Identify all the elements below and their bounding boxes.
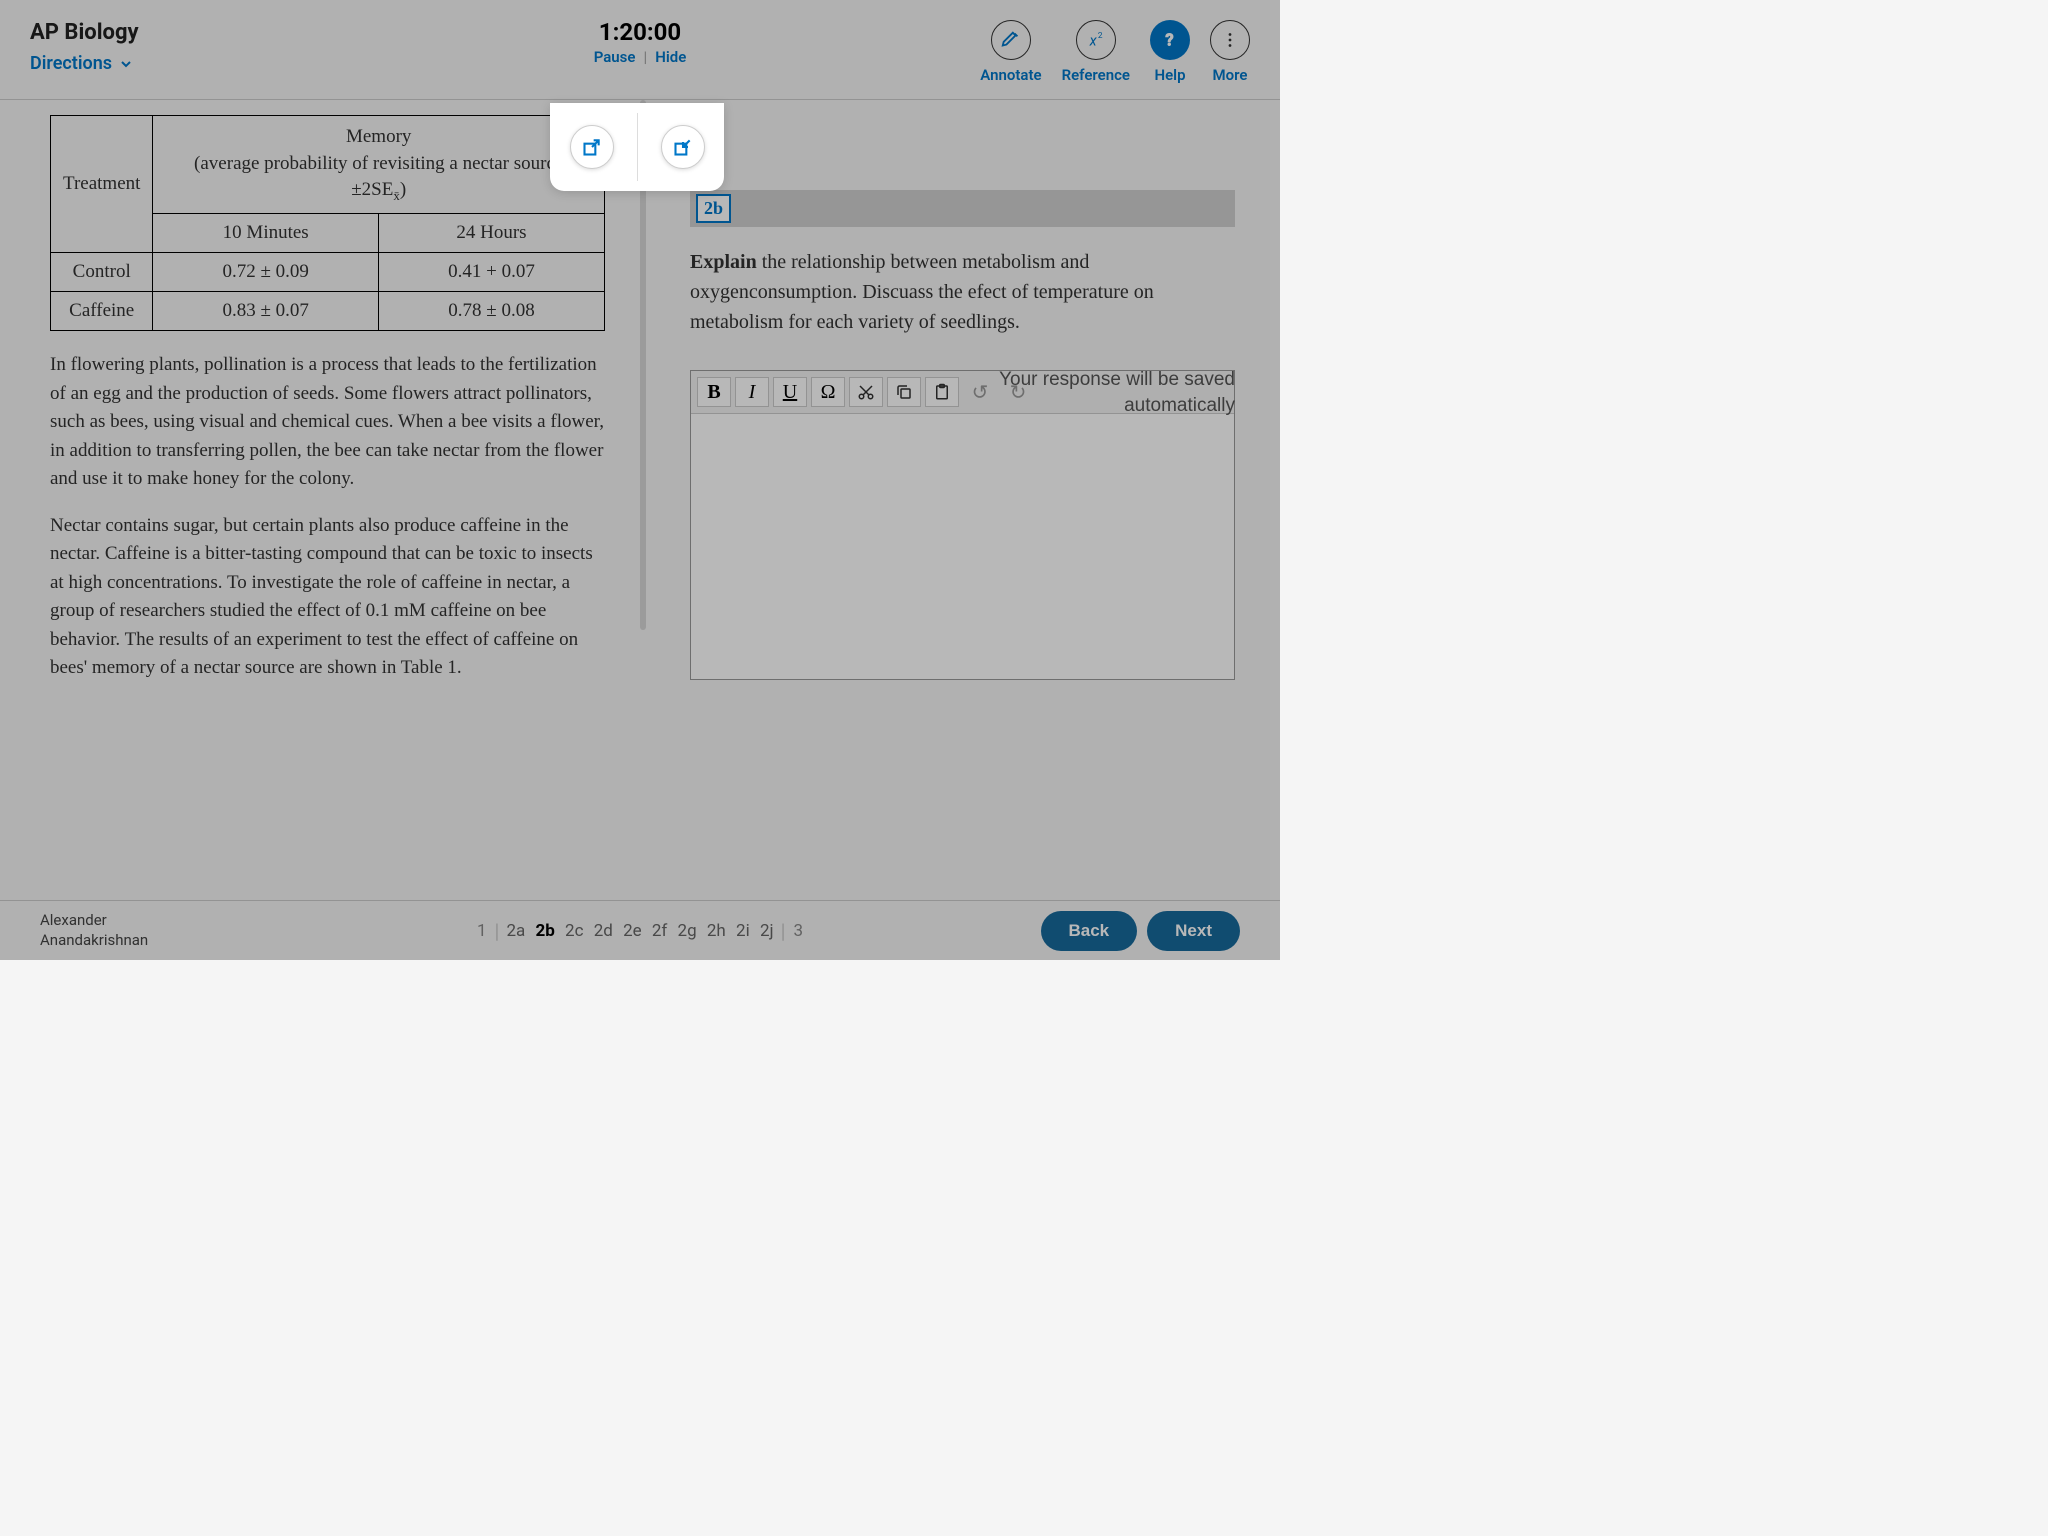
subpage-2b[interactable]: 2b	[532, 921, 557, 941]
reference-tool[interactable]: x 2 Reference	[1062, 20, 1130, 84]
table-row: Control 0.72 ± 0.09 0.41 + 0.07	[51, 253, 605, 292]
col-10min: 10 Minutes	[153, 214, 379, 253]
expand-right-button[interactable]	[661, 125, 705, 169]
help-label: Help	[1154, 66, 1185, 84]
subpage-2d[interactable]: 2d	[591, 921, 616, 941]
expand-left-button[interactable]	[570, 125, 614, 169]
help-tool[interactable]: ? Help	[1150, 20, 1190, 84]
paste-button[interactable]	[925, 377, 959, 407]
header-tools: Annotate x 2 Reference ? Help More	[980, 20, 1250, 84]
bold-button[interactable]: B	[697, 377, 731, 407]
more-icon	[1210, 20, 1250, 60]
clipboard-icon	[933, 383, 951, 401]
subpage-2c[interactable]: 2c	[562, 921, 586, 941]
symbol-button[interactable]: Ω	[811, 377, 845, 407]
subpage-2g[interactable]: 2g	[675, 921, 700, 941]
nav-buttons: Back Next	[1041, 911, 1241, 951]
undo-button[interactable]: ↺	[963, 377, 997, 407]
timer-value: 1:20:00	[594, 18, 687, 46]
collapse-in-icon	[673, 137, 693, 157]
header-center: 1:20:00 Pause | Hide	[594, 18, 687, 66]
timer-controls: Pause | Hide	[594, 48, 687, 66]
annotate-label: Annotate	[980, 66, 1041, 84]
chevron-down-icon	[118, 56, 134, 72]
pagination: 1 | 2a 2b 2c 2d 2e 2f 2g 2h 2i 2j | 3	[473, 919, 807, 943]
expand-controls-highlight	[550, 103, 724, 191]
subpage-2h[interactable]: 2h	[704, 921, 729, 941]
header-left: AP Biology Directions	[30, 20, 139, 74]
subpage-2i[interactable]: 2i	[733, 921, 753, 941]
col-24hr: 24 Hours	[378, 214, 604, 253]
passage-paragraph-1: In flowering plants, pollination is a pr…	[50, 351, 605, 494]
subpage-2j[interactable]: 2j	[757, 921, 777, 941]
underline-button[interactable]: U	[773, 377, 807, 407]
redo-button[interactable]: ↻	[1001, 377, 1035, 407]
copy-icon	[895, 383, 913, 401]
svg-text:x: x	[1088, 32, 1097, 50]
memory-header: Memory (average probability of revisitin…	[153, 116, 605, 214]
question-badge-row: 2b	[690, 190, 1235, 227]
next-button[interactable]: Next	[1147, 911, 1240, 951]
back-button[interactable]: Back	[1041, 911, 1138, 951]
directions-label: Directions	[30, 53, 112, 74]
italic-button[interactable]: I	[735, 377, 769, 407]
table-row: Caffeine 0.83 ± 0.07 0.78 ± 0.08	[51, 292, 605, 331]
annotate-tool[interactable]: Annotate	[980, 20, 1041, 84]
copy-button[interactable]	[887, 377, 921, 407]
content-area: Treatment Memory (average probability of…	[0, 100, 1280, 900]
page-title: AP Biology	[30, 20, 139, 45]
treatment-header: Treatment	[51, 116, 153, 253]
more-label: More	[1213, 66, 1248, 84]
annotate-icon	[991, 20, 1031, 60]
svg-text:2: 2	[1098, 31, 1103, 41]
scissors-icon	[857, 383, 875, 401]
page-3[interactable]: 3	[789, 921, 807, 941]
pause-button[interactable]: Pause	[594, 48, 636, 66]
question-badge: 2b	[696, 194, 731, 223]
reference-label: Reference	[1062, 66, 1130, 84]
answer-panel: 2b Explain the relationship between meta…	[640, 100, 1280, 900]
reference-icon: x 2	[1076, 20, 1116, 60]
subpage-2a[interactable]: 2a	[503, 921, 528, 941]
passage-panel: Treatment Memory (average probability of…	[0, 100, 640, 900]
more-tool[interactable]: More	[1210, 20, 1250, 84]
hide-button[interactable]: Hide	[655, 48, 686, 66]
svg-text:?: ?	[1165, 32, 1173, 51]
student-name: AlexanderAnandakrishnan	[40, 911, 148, 950]
header: AP Biology Directions 1:20:00 Pause | Hi…	[0, 0, 1280, 100]
data-table: Treatment Memory (average probability of…	[50, 115, 605, 331]
subpage-2e[interactable]: 2e	[620, 921, 645, 941]
help-icon: ?	[1150, 20, 1190, 60]
expand-out-icon	[582, 137, 602, 157]
directions-toggle[interactable]: Directions	[30, 53, 139, 74]
question-text: Explain the relationship between metabol…	[690, 247, 1235, 337]
subpage-2f[interactable]: 2f	[649, 921, 670, 941]
timer-separator: |	[643, 48, 647, 66]
footer: AlexanderAnandakrishnan 1 | 2a 2b 2c 2d …	[0, 900, 1280, 960]
passage-paragraph-2: Nectar contains sugar, but certain plant…	[50, 512, 605, 683]
highlight-divider	[637, 113, 638, 181]
page-1[interactable]: 1	[473, 921, 491, 941]
cut-button[interactable]	[849, 377, 883, 407]
